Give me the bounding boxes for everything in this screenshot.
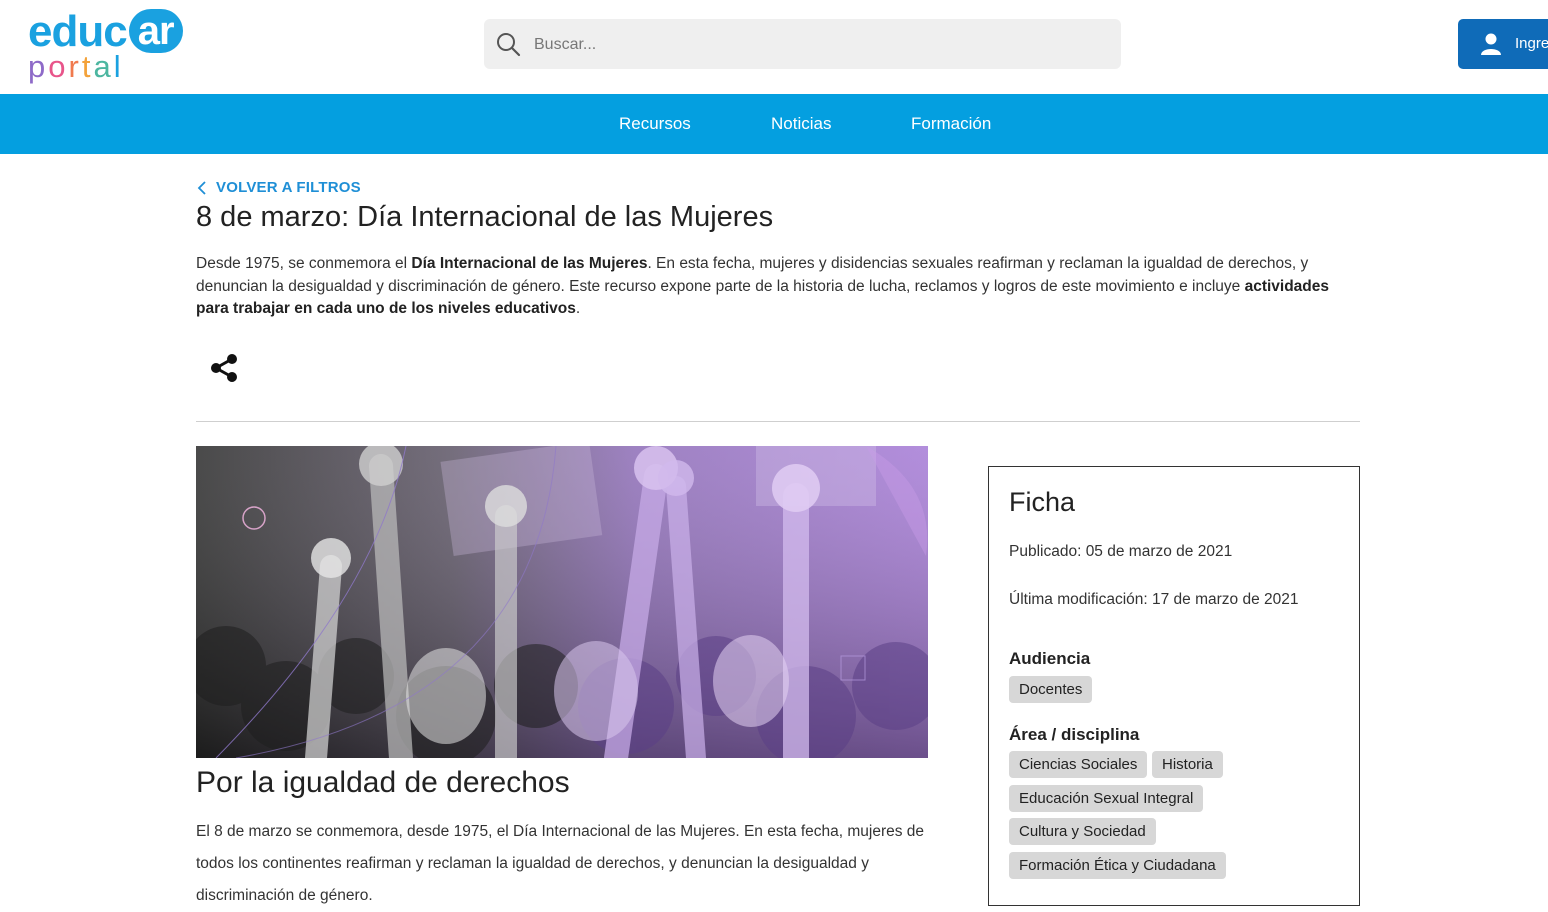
audiencia-heading: Audiencia: [1009, 649, 1091, 668]
divider: [196, 421, 1360, 422]
main-nav: Recursos Noticias Formación: [0, 94, 1548, 154]
educar-portal-logo[interactable]: educ ar portal: [28, 8, 198, 88]
intro-paragraph: Desde 1975, se conmemora el Día Internac…: [196, 255, 1330, 317]
logo-letter: o: [48, 49, 69, 84]
resource-info-card: Ficha Publicado: 05 de marzo de 2021 Últ…: [988, 466, 1360, 906]
site-header: educar portal Ingresar: [0, 0, 1548, 94]
search-input[interactable]: [532, 19, 1096, 71]
logo-badge: ar: [128, 9, 183, 53]
back-label: VOLVER A FILTROS: [216, 179, 361, 196]
login-button[interactable]: Ingresar: [1458, 19, 1548, 69]
share-icon[interactable]: [207, 351, 241, 385]
area-heading: Área / disciplina: [1009, 725, 1140, 744]
nav-item-recursos[interactable]: Recursos: [619, 114, 691, 134]
user-icon: [1481, 33, 1501, 55]
search-box: [484, 19, 1121, 71]
logo-sub: portal: [28, 50, 124, 84]
tag-docentes[interactable]: Docentes: [1009, 676, 1093, 703]
tag-formacion-etica[interactable]: Formación Ética y Ciudadana: [1009, 852, 1226, 879]
protest-photo: [196, 446, 928, 758]
card-title: Ficha: [1009, 487, 1076, 517]
hero-image: [196, 446, 928, 758]
logo-letter: t: [81, 49, 94, 84]
nav-item-formacion[interactable]: Formación: [911, 114, 991, 134]
tag-historia[interactable]: Historia: [1152, 751, 1223, 778]
logo-letter: l: [113, 49, 124, 84]
published-date: Publicado: 05 de marzo de 2021: [1009, 543, 1233, 560]
section-title: Por la igualdad de derechos: [196, 766, 570, 799]
tag-educacion-sexual-integral[interactable]: Educación Sexual Integral: [1009, 785, 1204, 812]
section-body: El 8 de marzo se conmemora, desde 1975, …: [196, 823, 925, 904]
tag-ciencias-sociales[interactable]: Ciencias Sociales: [1009, 751, 1148, 778]
chevron-left-icon: [197, 181, 206, 195]
logo-letter: r: [68, 49, 82, 84]
nav-item-noticias[interactable]: Noticias: [771, 114, 831, 134]
page-title: 8 de marzo: Día Internacional de las Muj…: [196, 201, 774, 233]
search-icon[interactable]: [495, 31, 521, 57]
logo-letter: p: [28, 49, 49, 84]
modified-date: Última modificación: 17 de marzo de 2021: [1009, 591, 1299, 608]
logo-letter: a: [93, 49, 114, 84]
tag-cultura-y-sociedad[interactable]: Cultura y Sociedad: [1009, 818, 1156, 845]
login-label: Ingresar: [1515, 35, 1548, 52]
